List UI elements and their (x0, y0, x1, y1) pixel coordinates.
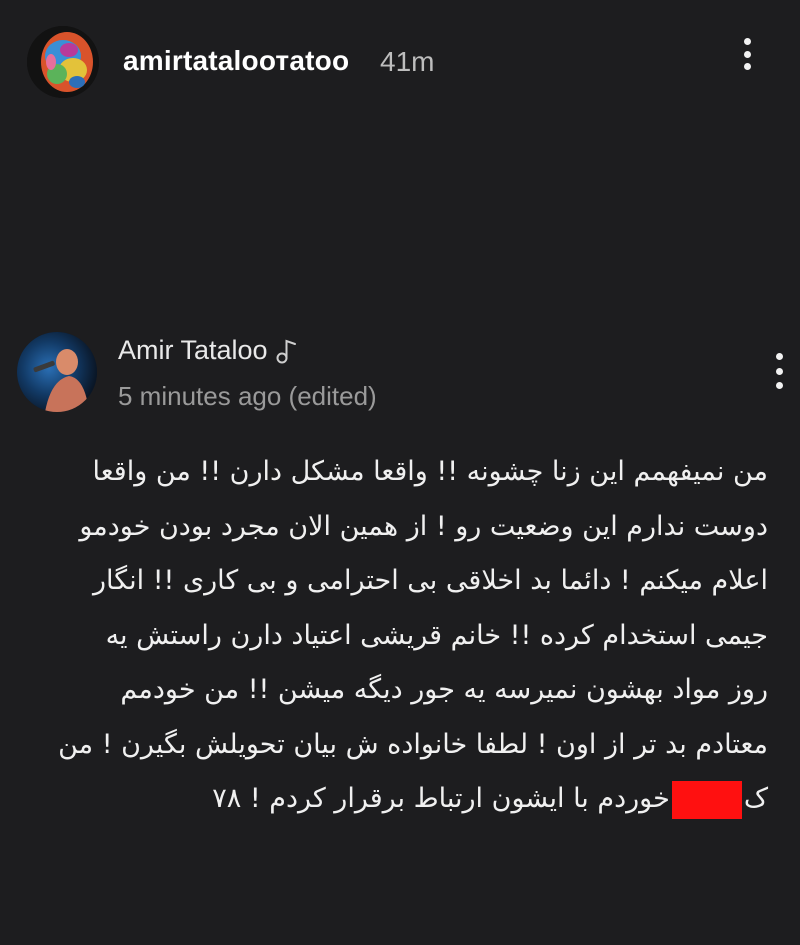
story-menu-button[interactable] (732, 38, 762, 70)
comment-line: اعلام میکنم ! دائما بد اخلاقی بی احترامی… (92, 565, 768, 596)
avatar-photo-icon (17, 332, 97, 412)
comment-line: دوست ندارم این وضعیت رو ! از همین الان م… (79, 510, 768, 542)
comment-line: روز مواد بهشون نمیرسه یه جور دیگه میشن !… (120, 674, 768, 705)
story-time: 41m (380, 46, 435, 77)
comment-author-row: Amir Tataloo (118, 335, 298, 366)
comment-line-last: ک خوردم با ایشون ارتباط برقرار کردم ! ۷۸ (8, 772, 768, 827)
music-note-icon (276, 339, 296, 363)
dot (775, 367, 783, 375)
comment-menu-button[interactable] (764, 353, 794, 389)
story-header: amirtataloотatoo 41m (0, 0, 800, 130)
dot (743, 63, 751, 70)
comment-line: معتادم بد تر از اون ! لطفا خانواده ش بیا… (58, 728, 768, 760)
dot (743, 50, 751, 58)
story-avatar[interactable] (27, 26, 99, 98)
comment-text-fragment: خوردم با ایشون ارتباط برقرار کردم ! ۷۸ (212, 783, 670, 814)
comment-line: جیمی استخدام کرده !! خانم قریشی اعتیاد د… (105, 619, 768, 651)
story-username[interactable]: amirtataloотatoo (123, 45, 349, 77)
comment-author-name[interactable]: Amir Tataloo (118, 335, 268, 366)
comment-avatar[interactable] (17, 332, 97, 412)
vertical-dots-icon (775, 353, 783, 360)
comment-timestamp: 5 minutes ago (edited) (118, 381, 377, 411)
avatar-art-icon (27, 26, 99, 98)
comment-line: من نمیفهمم این زنا چشونه !! واقعا مشکل د… (92, 456, 768, 487)
vertical-dots-icon (743, 38, 751, 45)
redaction-block (671, 780, 742, 819)
comment-body: من نمیفهمم این زنا چشونه !! واقعا مشکل د… (8, 445, 768, 827)
dot (775, 382, 783, 389)
comment-text-fragment: ک (743, 783, 768, 814)
